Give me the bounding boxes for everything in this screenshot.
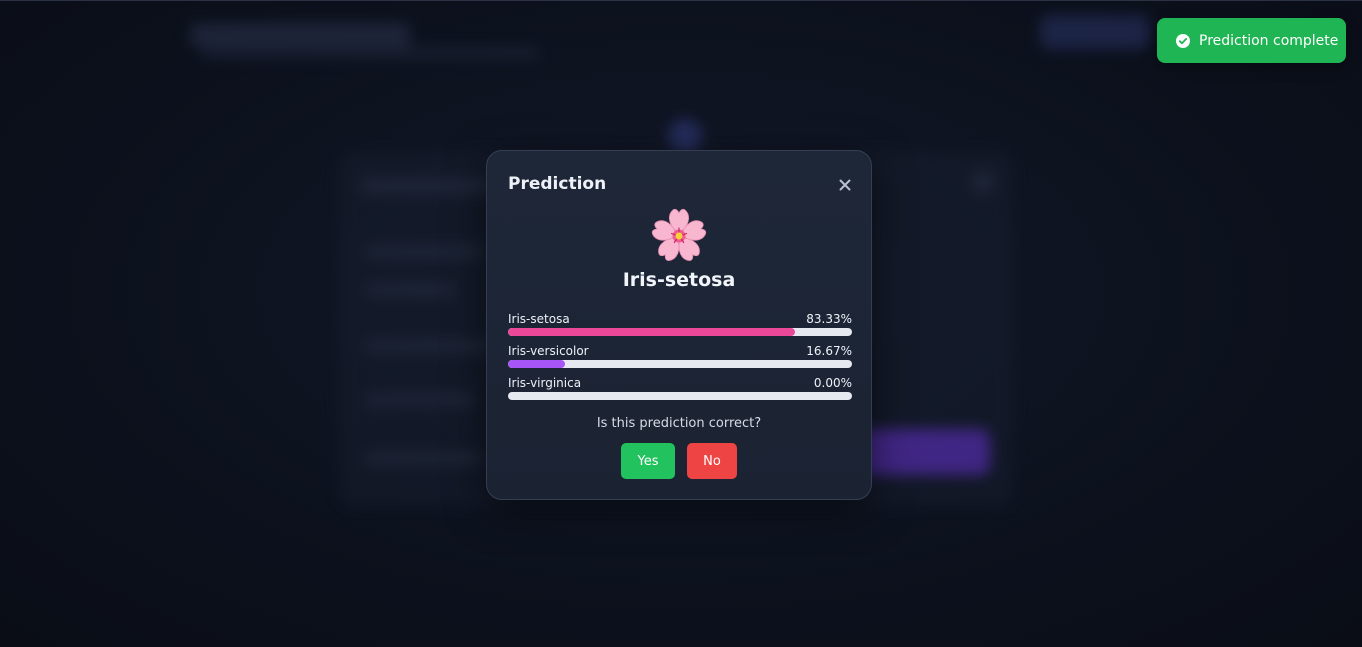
background-field xyxy=(365,284,455,296)
feedback-question: Is this prediction correct? xyxy=(596,416,762,431)
probability-row: Iris-versicolor 16.67% xyxy=(508,344,852,376)
background-header-subtitle xyxy=(200,47,540,59)
probability-bar-fill xyxy=(508,328,795,336)
background-predict-button xyxy=(860,429,990,475)
modal-title: Prediction xyxy=(508,174,607,194)
page: Prediction complete Prediction Iris-seto… xyxy=(0,0,1362,647)
cherry-blossom-icon xyxy=(650,207,708,265)
close-icon xyxy=(839,179,851,191)
yes-button[interactable]: Yes xyxy=(621,443,675,479)
probability-value: 0.00% xyxy=(813,376,852,390)
no-button[interactable]: No xyxy=(687,443,737,479)
background-field xyxy=(365,452,485,464)
background-card-icon xyxy=(971,170,995,194)
probability-value: 16.67% xyxy=(806,344,852,358)
toast-message: Prediction complete xyxy=(1199,32,1339,49)
prediction-modal: Prediction Iris-setosa Iris-setosa 83.33… xyxy=(486,150,872,500)
background-header-title xyxy=(190,23,410,47)
close-button[interactable] xyxy=(836,176,854,194)
probability-value: 83.33% xyxy=(806,312,852,326)
probability-bar-track xyxy=(508,360,852,368)
probability-class-name: Iris-setosa xyxy=(508,312,570,326)
toast-notification: Prediction complete xyxy=(1157,18,1346,63)
probability-row: Iris-setosa 83.33% xyxy=(508,312,852,344)
background-field xyxy=(365,340,495,352)
probability-class-name: Iris-versicolor xyxy=(508,344,589,358)
background-field xyxy=(365,246,485,258)
background-field xyxy=(365,394,475,406)
probability-bar-track xyxy=(508,328,852,336)
probability-row: Iris-virginica 0.00% xyxy=(508,376,852,408)
background-header-button xyxy=(1040,15,1150,49)
probability-class-name: Iris-virginica xyxy=(508,376,582,390)
probability-bar-fill xyxy=(508,360,566,368)
background-logo xyxy=(668,119,702,153)
check-circle-icon xyxy=(1176,33,1190,48)
probability-bar-track xyxy=(508,392,852,400)
predicted-class-label: Iris-setosa xyxy=(622,269,736,291)
probability-list: Iris-setosa 83.33% Iris-versicolor 16.67… xyxy=(508,312,852,408)
